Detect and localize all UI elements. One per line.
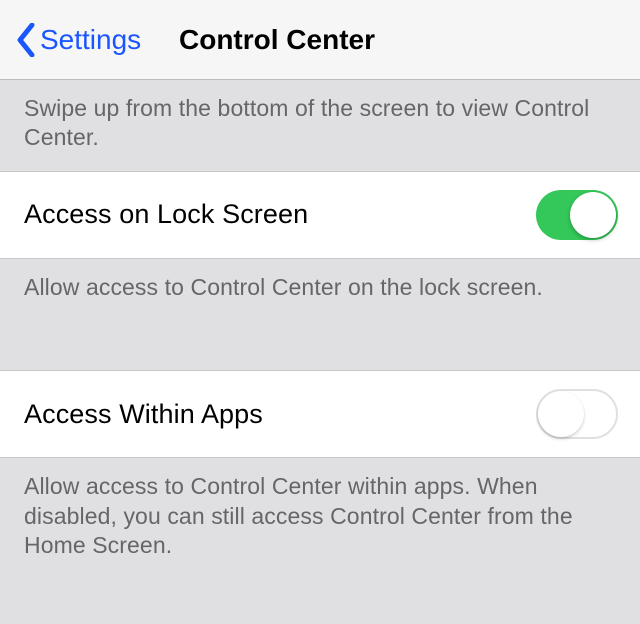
row-description-lock-screen: Allow access to Control Center on the lo…	[0, 259, 640, 320]
toggle-knob	[538, 391, 584, 437]
toggle-knob	[570, 192, 616, 238]
chevron-left-icon	[16, 23, 36, 57]
row-access-lock-screen: Access on Lock Screen	[0, 171, 640, 259]
row-label: Access Within Apps	[24, 399, 263, 430]
navbar: Settings Control Center	[0, 0, 640, 80]
section-gap	[0, 320, 640, 370]
toggle-access-lock-screen[interactable]	[536, 190, 618, 240]
intro-description: Swipe up from the bottom of the screen t…	[0, 80, 640, 171]
toggle-access-within-apps[interactable]	[536, 389, 618, 439]
back-label: Settings	[40, 24, 141, 56]
back-button[interactable]: Settings	[10, 23, 141, 57]
row-access-within-apps: Access Within Apps	[0, 370, 640, 458]
page-title: Control Center	[179, 24, 375, 56]
row-description-within-apps: Allow access to Control Center within ap…	[0, 458, 640, 578]
row-label: Access on Lock Screen	[24, 199, 308, 230]
